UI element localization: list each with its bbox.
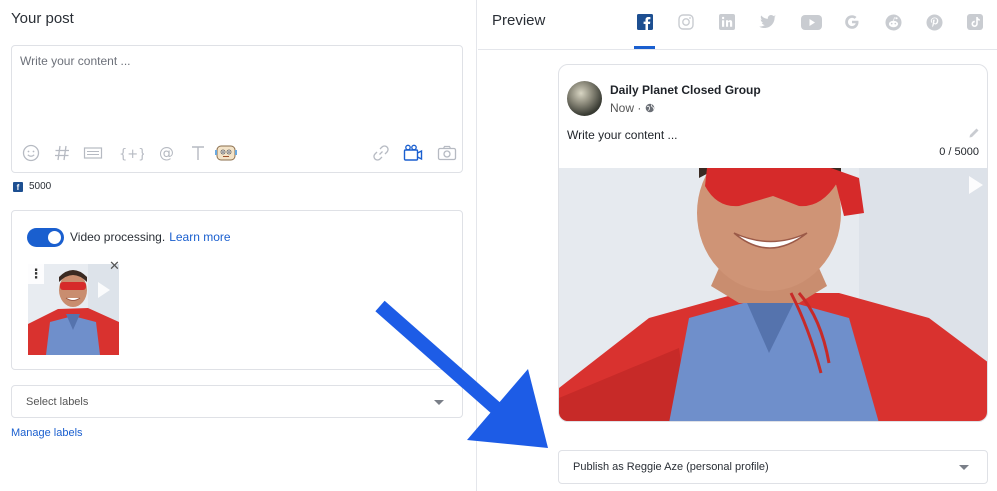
video-processing-label: Video processing. — [70, 230, 166, 244]
google-icon[interactable] — [843, 13, 861, 31]
tabs-divider — [478, 49, 997, 50]
twitter-icon[interactable] — [759, 13, 777, 31]
tiktok-icon[interactable] — [966, 13, 984, 31]
group-avatar — [567, 81, 602, 116]
preview-video[interactable] — [559, 168, 987, 421]
post-time: Now · — [610, 101, 655, 115]
char-count: 0 / 5000 — [939, 146, 979, 158]
svg-text:{+}: {+} — [119, 147, 144, 162]
preview-title: Preview — [492, 12, 546, 29]
close-icon[interactable]: ✕ — [109, 258, 120, 274]
mention-icon[interactable]: @ — [156, 142, 178, 164]
publish-as-value: Publish as Reggie Aze (personal profile) — [573, 461, 769, 473]
linkedin-icon[interactable] — [718, 13, 736, 31]
video-processing-text: Video processing. Learn more — [70, 230, 231, 244]
preview-content: Write your content ... — [567, 128, 678, 142]
instagram-icon[interactable] — [677, 13, 695, 31]
text-format-icon[interactable] — [187, 142, 209, 164]
youtube-icon[interactable] — [800, 13, 822, 31]
select-labels-placeholder: Select labels — [26, 396, 89, 408]
video-icon[interactable] — [402, 142, 424, 164]
variable-icon[interactable]: {+} — [117, 142, 145, 164]
editor-toolbar: {+} @ — [20, 142, 457, 164]
camera-icon[interactable] — [436, 142, 458, 164]
thumbnail-menu-icon[interactable]: ⋮ — [28, 264, 44, 284]
reddit-icon[interactable] — [884, 13, 902, 31]
chevron-down-icon — [959, 465, 969, 470]
facebook-limit-value: 5000 — [29, 181, 52, 192]
annotation-arrow-icon — [375, 300, 548, 448]
post-time-label: Now · — [610, 101, 642, 115]
facebook-preview-card: Daily Planet Closed Group Now · Write yo… — [558, 64, 988, 422]
hashtag-icon[interactable] — [51, 142, 73, 164]
manage-labels-link[interactable]: Manage labels — [11, 427, 83, 439]
link-icon[interactable] — [370, 142, 392, 164]
your-post-title: Your post — [11, 10, 74, 27]
snippet-icon[interactable] — [82, 142, 104, 164]
facebook-char-limit: f 5000 — [13, 181, 51, 192]
post-editor[interactable]: {+} @ — [11, 45, 463, 173]
globe-icon — [646, 103, 655, 113]
content-input[interactable] — [12, 46, 462, 136]
svg-text:@: @ — [159, 144, 174, 162]
pinterest-icon[interactable] — [925, 13, 943, 31]
facebook-icon: f — [13, 181, 23, 192]
group-name: Daily Planet Closed Group — [610, 83, 761, 97]
learn-more-link[interactable]: Learn more — [169, 230, 230, 244]
facebook-icon[interactable] — [636, 13, 654, 31]
video-processing-toggle[interactable] — [27, 228, 64, 247]
publish-as-dropdown[interactable]: Publish as Reggie Aze (personal profile) — [558, 450, 988, 484]
emoji-icon[interactable] — [20, 142, 42, 164]
pencil-icon[interactable] — [968, 127, 980, 139]
ai-assistant-icon[interactable] — [214, 142, 238, 164]
